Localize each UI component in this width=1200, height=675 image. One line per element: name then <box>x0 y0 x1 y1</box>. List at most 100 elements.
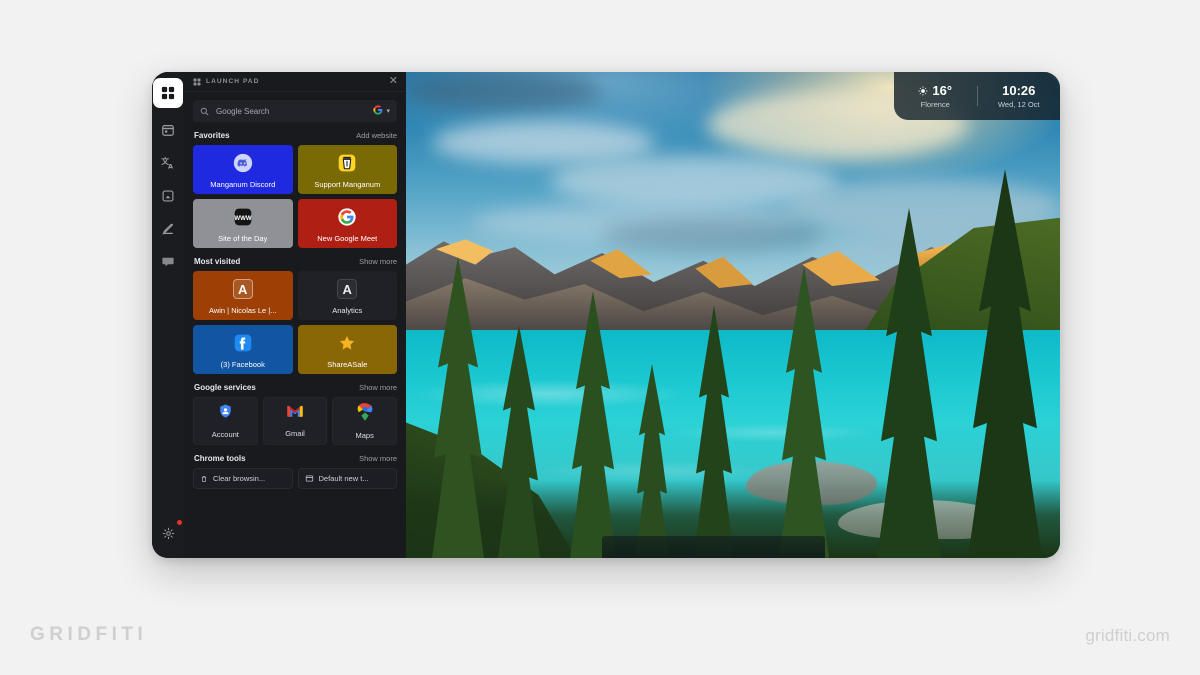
section-chrome-tools: Chrome tools Show more Clear browsin... <box>193 454 397 489</box>
rail-item-screenshot[interactable] <box>155 183 181 209</box>
rail-item-translate[interactable]: 文 A <box>155 150 181 176</box>
conifer-tree <box>432 256 485 558</box>
show-more-google-services[interactable]: Show more <box>359 383 397 392</box>
conifer-tree <box>634 363 669 558</box>
section-most-visited: Most visited Show more A Awin | Nicolas … <box>193 257 397 374</box>
section-title: Google services <box>194 383 256 392</box>
section-title: Chrome tools <box>194 454 246 463</box>
foreground-shadow-bar <box>602 536 825 558</box>
clock-date: Wed, 12 Oct <box>997 100 1040 109</box>
grid-icon <box>193 78 201 86</box>
launchpad-panel: LAUNCH PAD ✕ Google Search ▾ Favorites A… <box>184 72 406 558</box>
tile-label: Site of the Day <box>218 234 268 243</box>
conifer-tree <box>876 208 941 558</box>
add-website-button[interactable]: Add website <box>356 131 397 140</box>
close-icon[interactable]: ✕ <box>389 76 398 87</box>
most-visited-tiles: A Awin | Nicolas Le |... A Analytics (3)… <box>193 271 397 374</box>
letter-a-icon: A <box>232 278 254 300</box>
clock-time: 10:26 <box>1002 83 1036 98</box>
search-input[interactable]: Google Search ▾ <box>193 100 397 122</box>
tile-site-of-the-day[interactable]: WWW Site of the Day <box>193 199 293 248</box>
chevron-down-icon: ▾ <box>386 108 390 115</box>
screenshot-icon <box>161 189 175 203</box>
launchpad-title: LAUNCH PAD <box>206 78 260 85</box>
google-icon <box>373 102 383 120</box>
tile-new-google-meet[interactable]: New Google Meet <box>297 199 397 248</box>
rail-item-settings[interactable] <box>155 520 182 546</box>
rail-item-calendar[interactable] <box>155 117 181 143</box>
tile-label: Support Manganum <box>314 180 381 189</box>
rail-item-notes[interactable] <box>155 216 181 242</box>
google-maps-pin-icon <box>357 402 373 426</box>
svg-text:WWW: WWW <box>234 215 251 222</box>
tile-label: Analytics <box>332 306 363 315</box>
section-header: Favorites Add website <box>194 131 397 140</box>
launchpad-body: Google Search ▾ Favorites Add website Ma… <box>184 92 406 558</box>
show-more-chrome-tools[interactable]: Show more <box>359 454 397 463</box>
favorites-tiles: Manganum Discord Support Manganum WWW Si… <box>193 145 397 248</box>
calendar-icon <box>161 123 175 137</box>
conifer-tree <box>778 266 829 558</box>
tip-jar-icon <box>336 152 358 174</box>
tile-label: (3) Facebook <box>220 360 265 369</box>
letter-a-icon: A <box>336 278 358 300</box>
gridfiti-wordmark: GRIDFITI <box>30 624 148 645</box>
section-header: Most visited Show more <box>194 257 397 266</box>
gridfiti-url: gridfiti.com <box>1085 626 1170 645</box>
letter-a-badge: A <box>337 279 358 299</box>
tool-default-new-tab[interactable]: Default new t... <box>297 468 397 489</box>
weather-clock-widget[interactable]: 16° Florence 10:26 Wed, 12 Oct <box>894 72 1060 120</box>
tile-support-manganum[interactable]: Support Manganum <box>297 145 397 194</box>
trash-icon <box>200 475 208 483</box>
launchpad-titlebar: LAUNCH PAD ✕ <box>184 72 406 92</box>
tile-manganum-discord[interactable]: Manganum Discord <box>193 145 293 194</box>
service-card-account[interactable]: Account <box>193 397 258 445</box>
google-account-shield-icon <box>217 403 234 425</box>
grid-icon <box>161 86 175 100</box>
clock-block: 10:26 Wed, 12 Oct <box>978 83 1061 109</box>
gear-icon <box>162 527 175 540</box>
facebook-icon <box>232 332 254 354</box>
service-label: Gmail <box>285 428 305 438</box>
weather-temperature: 16° <box>932 83 953 98</box>
section-title: Most visited <box>194 257 241 266</box>
search-engine-selector[interactable]: ▾ <box>373 102 390 120</box>
tile-label: New Google Meet <box>317 234 378 243</box>
section-favorites: Favorites Add website Manganum Discord S… <box>193 131 397 248</box>
section-google-services: Google services Show more Account Gmail … <box>193 383 397 445</box>
letter-a-badge: A <box>232 279 253 299</box>
sun-icon <box>918 85 928 96</box>
conifer-tree <box>968 169 1043 558</box>
service-label: Account <box>211 430 239 439</box>
tile-awin[interactable]: A Awin | Nicolas Le |... <box>193 271 293 320</box>
section-title: Favorites <box>194 131 230 140</box>
tile-shareasale[interactable]: ShareASale <box>297 325 397 374</box>
service-label: Maps <box>355 430 374 440</box>
weather-block: 16° Florence <box>894 83 977 109</box>
page-root: 文 A LAUNCH PAD ✕ Google Search ▾ Favorit… <box>0 0 1200 675</box>
landscape-scene <box>406 72 1060 558</box>
service-card-maps[interactable]: Maps <box>332 397 397 445</box>
rail-item-launchpad[interactable] <box>153 78 183 108</box>
search-icon <box>200 107 209 116</box>
section-header: Google services Show more <box>194 383 397 392</box>
star-icon <box>336 332 358 354</box>
show-more-most-visited[interactable]: Show more <box>359 257 397 266</box>
service-card-gmail[interactable]: Gmail <box>262 397 328 445</box>
rail-item-chat[interactable] <box>155 249 181 275</box>
tile-label: Manganum Discord <box>210 180 276 189</box>
tile-facebook[interactable]: (3) Facebook <box>193 325 293 374</box>
chat-bubble-icon <box>161 255 175 269</box>
section-header: Chrome tools Show more <box>194 454 397 463</box>
extension-sidebar-rail: 文 A <box>152 72 184 558</box>
conifer-tree <box>693 305 734 558</box>
translate-icon: 文 A <box>161 156 175 170</box>
window-icon <box>305 474 314 483</box>
conifer-tree <box>497 324 540 558</box>
conifer-tree <box>569 290 616 558</box>
tile-analytics[interactable]: A Analytics <box>297 271 397 320</box>
tool-clear-browsing-data[interactable]: Clear browsin... <box>193 468 293 489</box>
www-icon: WWW <box>232 206 254 228</box>
gmail-icon <box>286 405 304 424</box>
tool-label: Clear browsin... <box>213 474 266 483</box>
